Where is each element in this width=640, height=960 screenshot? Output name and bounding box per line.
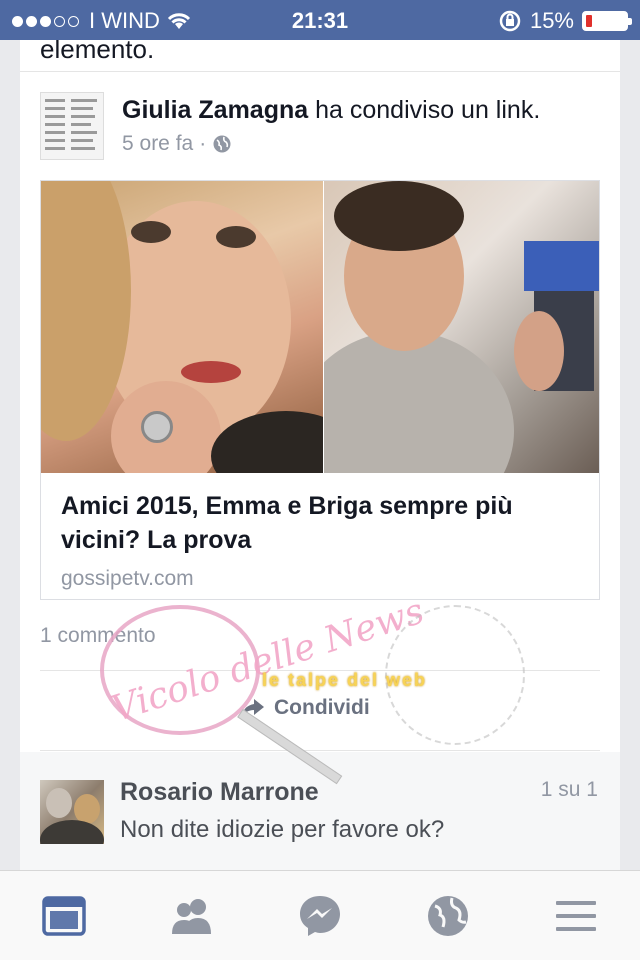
post-action-text: ha condiviso un link. — [315, 96, 541, 124]
tab-more[interactable] — [536, 876, 616, 956]
tab-messenger[interactable] — [280, 876, 360, 956]
post-author-link[interactable]: Giulia Zamagna — [122, 96, 308, 124]
link-preview-image — [41, 181, 599, 473]
link-preview[interactable]: Amici 2015, Emma e Briga sempre più vici… — [40, 180, 600, 600]
avatar[interactable] — [40, 780, 104, 844]
tab-friends[interactable] — [152, 876, 232, 956]
post-meta: 5 ore fa · — [122, 132, 232, 156]
news-feed-icon — [42, 895, 86, 936]
post-header: Giulia Zamagna ha condiviso un link. 5 o… — [40, 92, 600, 162]
status-bar: I WIND 21:31 15% — [0, 0, 640, 40]
friends-icon — [172, 898, 211, 934]
post-card: Giulia Zamagna ha condiviso un link. 5 o… — [20, 72, 620, 870]
previous-post-text: elemento. — [40, 40, 155, 64]
battery-percent: 15% — [529, 8, 574, 33]
watermark-le-talpe-del-web: le talpe del web — [262, 670, 428, 690]
avatar[interactable] — [40, 92, 104, 160]
comment-counter: 1 su 1 — [540, 778, 598, 801]
tab-notifications[interactable] — [408, 876, 488, 956]
photo-woman — [41, 181, 323, 473]
post-timestamp[interactable]: 5 ore fa — [122, 132, 193, 156]
messenger-icon — [300, 895, 340, 936]
battery-icon — [582, 11, 632, 31]
previous-post-fragment: elemento. — [20, 40, 620, 72]
divider — [40, 750, 600, 751]
link-domain: gossipetv.com — [61, 567, 194, 590]
globe-icon — [428, 895, 468, 936]
comment-author[interactable]: Rosario Marrone — [120, 778, 319, 807]
post-title: Giulia Zamagna ha condiviso un link. — [122, 96, 540, 125]
share-button[interactable]: Condividi — [240, 696, 370, 720]
meta-separator: · — [199, 132, 207, 155]
rotation-lock-icon — [499, 10, 521, 32]
comment-text: Non dite idiozie per favore ok? — [120, 816, 445, 843]
photo-man — [323, 181, 599, 473]
link-title: Amici 2015, Emma e Briga sempre più vici… — [61, 492, 513, 554]
share-label: Condividi — [274, 696, 370, 719]
bottom-tab-bar — [0, 870, 640, 960]
link-text: Amici 2015, Emma e Briga sempre più vici… — [61, 489, 581, 591]
tab-news-feed[interactable] — [24, 876, 104, 956]
menu-icon — [556, 900, 596, 931]
globe-privacy-icon — [213, 135, 231, 153]
